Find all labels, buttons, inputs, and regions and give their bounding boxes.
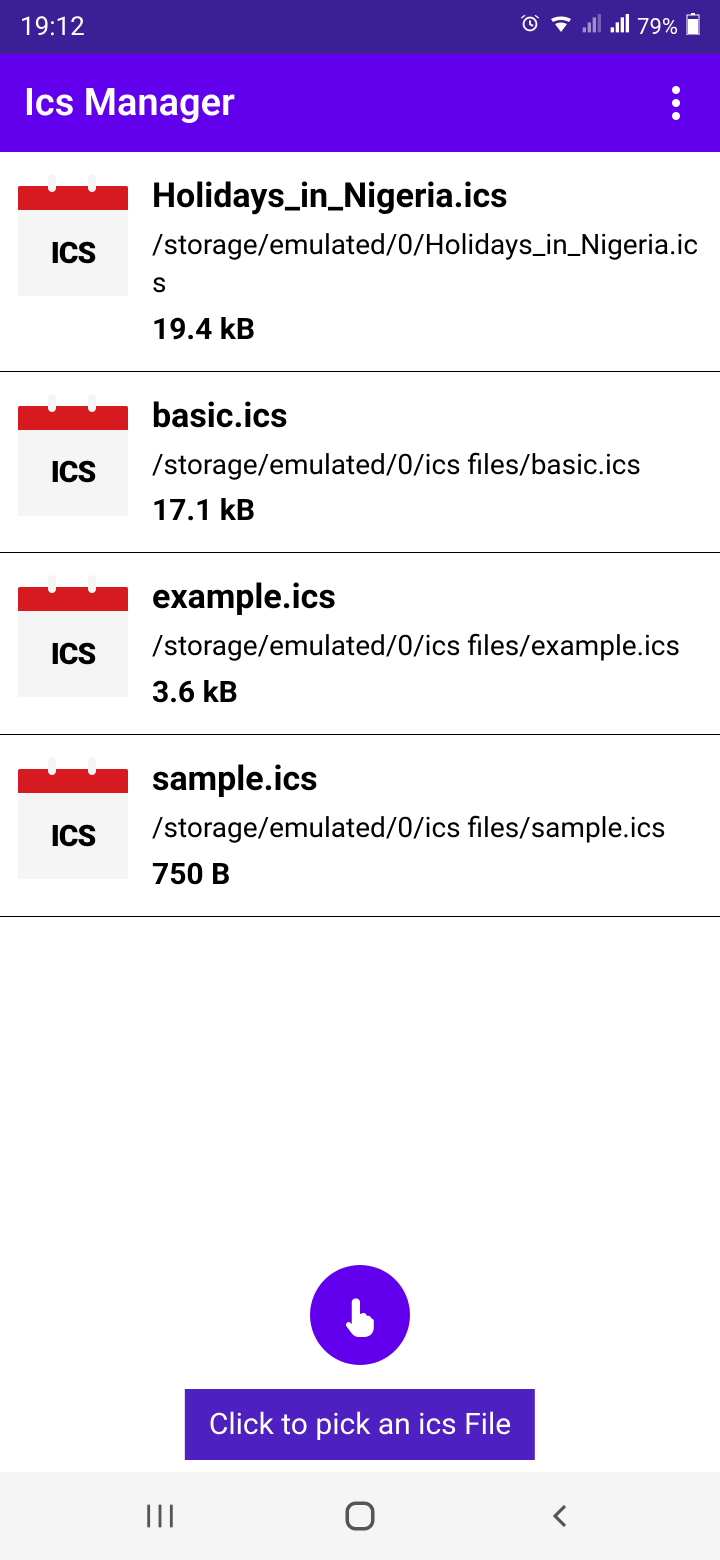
file-size: 3.6 kB [152,675,702,710]
wifi-icon [549,12,573,42]
recent-apps-button[interactable] [130,1486,190,1546]
status-bar: 19:12 79% [0,0,720,54]
pick-file-fab[interactable] [310,1265,410,1365]
fab-hint-label: Click to pick an ics File [185,1389,535,1460]
navigation-bar [0,1472,720,1560]
file-info: Holidays_in_Nigeria.ics /storage/emulate… [152,176,702,347]
calendar-ics-icon: ICS [18,769,128,879]
signal-icon-2 [609,14,629,40]
app-title: Ics Manager [24,81,235,125]
list-item[interactable]: ICS basic.ics /storage/emulated/0/ics fi… [0,372,720,554]
file-list: ICS Holidays_in_Nigeria.ics /storage/emu… [0,152,720,917]
file-info: sample.ics /storage/emulated/0/ics files… [152,759,702,892]
file-name: basic.ics [152,396,702,436]
calendar-ics-icon: ICS [18,587,128,697]
home-button[interactable] [330,1486,390,1546]
file-info: example.ics /storage/emulated/0/ics file… [152,577,702,710]
file-path: /storage/emulated/0/Holidays_in_Nigeria.… [152,226,702,302]
calendar-ics-icon: ICS [18,186,128,296]
file-path: /storage/emulated/0/ics files/basic.ics [152,446,702,484]
status-icons: 79% [519,12,700,42]
app-bar: Ics Manager [0,54,720,152]
battery-percent: 79% [637,15,678,40]
hand-pointer-icon [338,1293,382,1337]
file-size: 19.4 kB [152,312,702,347]
battery-icon [686,13,700,41]
file-size: 750 B [152,857,702,892]
calendar-ics-icon: ICS [18,406,128,516]
file-path: /storage/emulated/0/ics files/sample.ics [152,809,702,847]
more-options-button[interactable] [656,83,696,123]
file-path: /storage/emulated/0/ics files/example.ic… [152,627,702,665]
file-name: example.ics [152,577,702,617]
file-name: Holidays_in_Nigeria.ics [152,176,702,216]
list-item[interactable]: ICS example.ics /storage/emulated/0/ics … [0,553,720,735]
file-size: 17.1 kB [152,493,702,528]
alarm-icon [519,13,541,41]
list-item[interactable]: ICS Holidays_in_Nigeria.ics /storage/emu… [0,152,720,372]
file-name: sample.ics [152,759,702,799]
file-info: basic.ics /storage/emulated/0/ics files/… [152,396,702,529]
back-button[interactable] [530,1486,590,1546]
list-item[interactable]: ICS sample.ics /storage/emulated/0/ics f… [0,735,720,917]
signal-icon [581,14,601,40]
status-time: 19:12 [20,12,85,42]
